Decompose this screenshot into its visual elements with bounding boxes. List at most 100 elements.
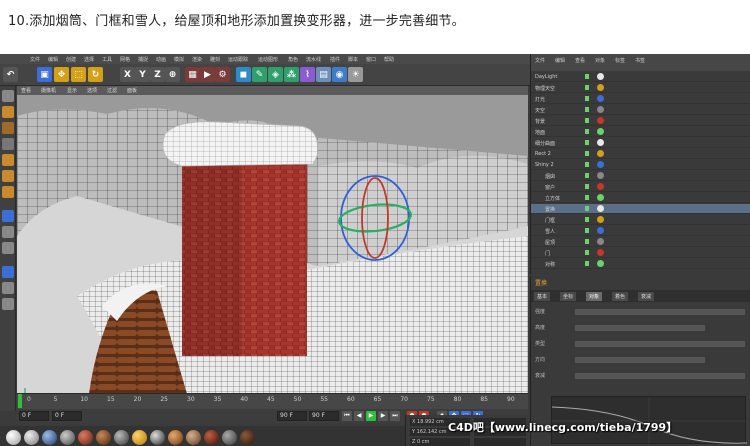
- material-brick-icon[interactable]: [78, 430, 93, 445]
- attribute-tab[interactable]: 对象: [586, 292, 603, 301]
- subdivision-icon[interactable]: ◈: [268, 67, 283, 82]
- object-row[interactable]: 天空: [531, 105, 750, 115]
- go-end-icon[interactable]: ⏭: [390, 411, 400, 421]
- material-tag-icon[interactable]: [597, 238, 604, 245]
- menu-item[interactable]: 流水线: [306, 56, 321, 63]
- make-editable-icon[interactable]: [2, 90, 14, 102]
- material-tag-icon[interactable]: [597, 139, 604, 146]
- menu-item[interactable]: 渲染: [192, 56, 202, 63]
- menu-item[interactable]: 文件: [30, 56, 40, 63]
- menu-item[interactable]: 脚本: [348, 56, 358, 63]
- object-row[interactable]: 屋顶: [531, 237, 750, 247]
- array-icon[interactable]: ⁂: [284, 67, 299, 82]
- menu-item[interactable]: 运动图形: [258, 56, 278, 63]
- snap-icon[interactable]: [2, 242, 14, 254]
- attribute-slider[interactable]: [575, 373, 745, 379]
- object-row[interactable]: 雪人: [531, 226, 750, 236]
- attribute-tab[interactable]: 基本: [534, 292, 551, 301]
- visibility-check-icon[interactable]: [585, 217, 589, 222]
- object-manager-menu-item[interactable]: 编辑: [555, 57, 565, 64]
- coord-system-icon[interactable]: ⊕: [165, 67, 180, 82]
- material-red-icon[interactable]: [204, 430, 219, 445]
- axis-y-button[interactable]: Y: [135, 67, 150, 82]
- axis-z-button[interactable]: Z: [150, 67, 165, 82]
- object-row[interactable]: 门框: [531, 215, 750, 225]
- material-stone-icon[interactable]: [222, 430, 237, 445]
- viewport-menu-item[interactable]: 过滤: [107, 87, 117, 94]
- material-blue-icon[interactable]: [42, 430, 57, 445]
- attribute-tab[interactable]: 衰减: [638, 292, 655, 301]
- menu-item[interactable]: 插件: [330, 56, 340, 63]
- menu-item[interactable]: 雕刻: [210, 56, 220, 63]
- visibility-check-icon[interactable]: [585, 140, 589, 145]
- visibility-check-icon[interactable]: [585, 206, 589, 211]
- object-row[interactable]: Shiny 2: [531, 160, 750, 170]
- material-tag-icon[interactable]: [597, 227, 604, 234]
- object-row[interactable]: 物理天空: [531, 83, 750, 93]
- material-white-icon[interactable]: [24, 430, 39, 445]
- visibility-check-icon[interactable]: [585, 239, 589, 244]
- object-row[interactable]: 细分曲面: [531, 138, 750, 148]
- visibility-check-icon[interactable]: [585, 74, 589, 79]
- object-manager-menu-item[interactable]: 标签: [615, 57, 625, 64]
- object-row[interactable]: 背景: [531, 116, 750, 126]
- menu-item[interactable]: 捕捉: [138, 56, 148, 63]
- material-tag-icon[interactable]: [597, 128, 604, 135]
- object-manager-menu-item[interactable]: 书签: [635, 57, 645, 64]
- visibility-check-icon[interactable]: [585, 118, 589, 123]
- coord-size-z-field[interactable]: [474, 438, 526, 446]
- visibility-check-icon[interactable]: [585, 107, 589, 112]
- menu-item[interactable]: 编辑: [48, 56, 58, 63]
- attribute-slider[interactable]: [575, 325, 705, 331]
- render-settings-icon[interactable]: ⚙: [215, 67, 230, 82]
- visibility-check-icon[interactable]: [585, 96, 589, 101]
- cube-icon[interactable]: ◼: [236, 67, 251, 82]
- camera-icon[interactable]: ◉: [332, 67, 347, 82]
- 3d-viewport[interactable]: 查看 摄像机 显示 选项 过滤 面板: [17, 86, 528, 411]
- material-wood-icon[interactable]: [96, 430, 111, 445]
- menu-item[interactable]: 动画: [156, 56, 166, 63]
- material-snow-icon[interactable]: [6, 430, 21, 445]
- material-metal-icon[interactable]: [114, 430, 129, 445]
- visibility-check-icon[interactable]: [585, 85, 589, 90]
- menu-item[interactable]: 角色: [288, 56, 298, 63]
- object-manager-menu-item[interactable]: 文件: [535, 57, 545, 64]
- start-frame-field[interactable]: 0 F: [19, 411, 49, 421]
- menu-item[interactable]: 网格: [120, 56, 130, 63]
- material-tag-icon[interactable]: [597, 205, 604, 212]
- material-tag-icon[interactable]: [597, 260, 604, 267]
- material-tag-icon[interactable]: [597, 172, 604, 179]
- visibility-check-icon[interactable]: [585, 228, 589, 233]
- end-frame-field[interactable]: 90 F: [277, 411, 307, 421]
- object-row[interactable]: 门: [531, 248, 750, 258]
- prev-key-icon[interactable]: ◀: [354, 411, 364, 421]
- lock-workplane-icon[interactable]: [2, 282, 14, 294]
- render-view-icon[interactable]: ▶: [200, 67, 215, 82]
- attribute-slider[interactable]: [575, 341, 745, 347]
- object-manager-menu-item[interactable]: 对象: [595, 57, 605, 64]
- material-tag-icon[interactable]: [597, 216, 604, 223]
- object-row[interactable]: DayLight: [531, 72, 750, 82]
- workplane-icon[interactable]: [2, 138, 14, 150]
- viewport-menu-item[interactable]: 面板: [127, 87, 137, 94]
- visibility-check-icon[interactable]: [585, 129, 589, 134]
- scale-tool-icon[interactable]: ⬚: [71, 67, 86, 82]
- attribute-tab[interactable]: 着色: [612, 292, 629, 301]
- material-tag-icon[interactable]: [597, 183, 604, 190]
- visibility-check-icon[interactable]: [585, 162, 589, 167]
- play-icon[interactable]: ▶: [366, 411, 376, 421]
- move-tool-icon[interactable]: ✥: [54, 67, 69, 82]
- object-row[interactable]: 地面: [531, 127, 750, 137]
- visibility-check-icon[interactable]: [585, 195, 589, 200]
- object-row[interactable]: 对称: [531, 259, 750, 269]
- material-dark-icon[interactable]: [150, 430, 165, 445]
- go-start-icon[interactable]: ⏮: [342, 411, 352, 421]
- menu-item[interactable]: 创建: [66, 56, 76, 63]
- material-tag-icon[interactable]: [597, 95, 604, 102]
- menu-item[interactable]: 窗口: [366, 56, 376, 63]
- points-mode-icon[interactable]: [2, 154, 14, 166]
- material-orange-icon[interactable]: [168, 430, 183, 445]
- menu-item[interactable]: 模拟: [174, 56, 184, 63]
- material-tan-icon[interactable]: [186, 430, 201, 445]
- material-bark-icon[interactable]: [240, 430, 255, 445]
